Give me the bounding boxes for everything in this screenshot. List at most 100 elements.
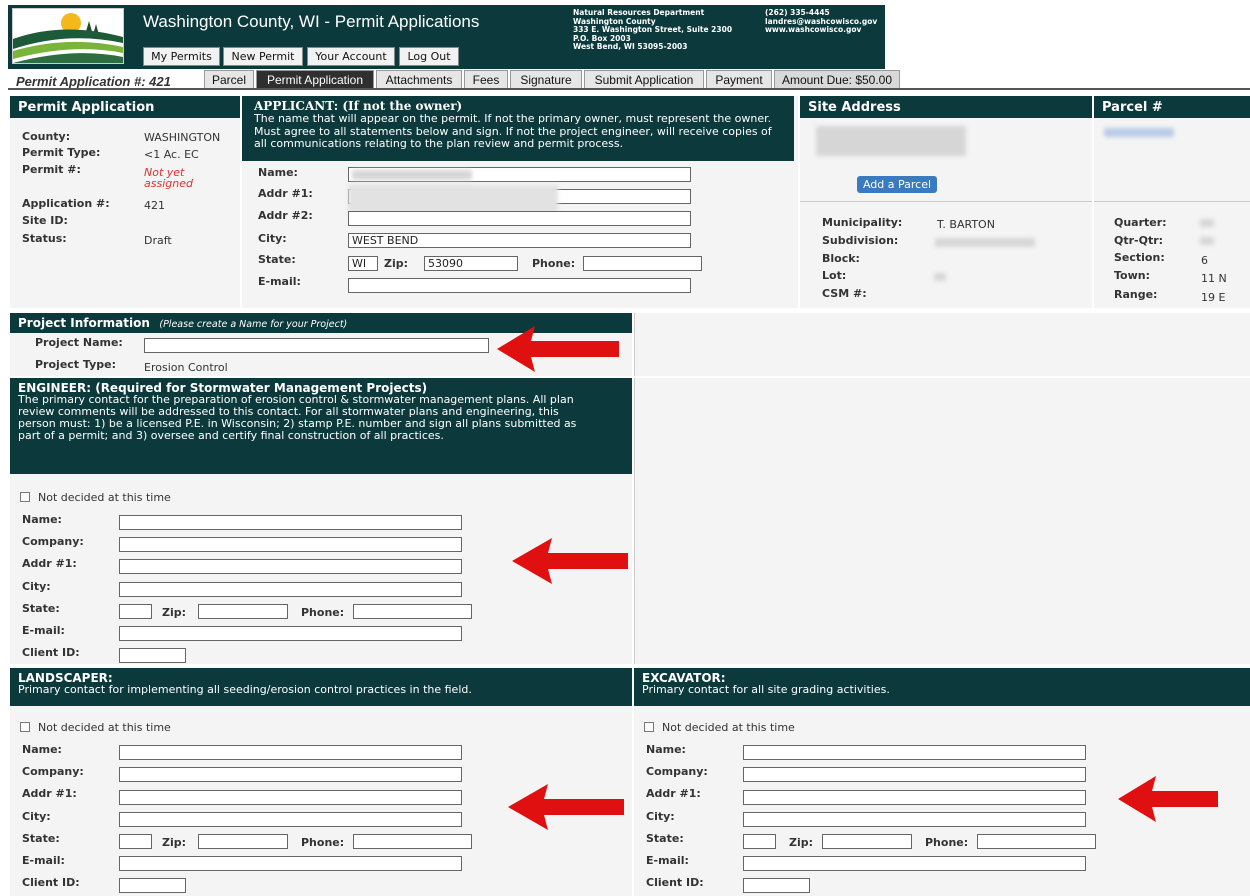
engineer-email-label: E-mail:	[22, 624, 65, 637]
applicant-heading: APPLICANT: (If not the owner)	[254, 99, 463, 113]
section-label: Section:	[1114, 251, 1165, 264]
application-number-value: 421	[144, 199, 165, 212]
landscaper-client-id-input[interactable]	[119, 878, 186, 893]
landscaper-city-input[interactable]	[119, 812, 462, 827]
landscaper-addr1-input[interactable]	[119, 790, 462, 805]
excavator-addr1-input[interactable]	[743, 790, 1086, 805]
tab-permit-application[interactable]: Permit Application	[256, 70, 374, 88]
applicant-email-input[interactable]	[348, 278, 691, 293]
applicant-phone-label: Phone:	[532, 257, 576, 270]
applicant-phone-input[interactable]	[583, 256, 702, 271]
excavator-company-label: Company:	[646, 765, 708, 778]
section-value: 6	[1201, 254, 1208, 267]
dept-line: West Bend, WI 53095-2003	[573, 42, 688, 51]
tab-submit-application[interactable]: Submit Application	[584, 70, 704, 88]
engineer-zip-input[interactable]	[198, 604, 288, 619]
excavator-state-input[interactable]	[743, 834, 776, 849]
engineer-description: The primary contact for the preparation …	[18, 393, 577, 442]
landscaper-name-label: Name:	[22, 743, 62, 756]
dept-contact: (262) 335-4445 landres@washcowisco.gov w…	[765, 8, 877, 35]
red-arrow-icon	[512, 538, 628, 584]
excavator-city-input[interactable]	[743, 812, 1086, 827]
engineer-heading-box: ENGINEER: (Required for Stormwater Manag…	[10, 378, 632, 474]
project-hint: (Please create a Name for your Project)	[159, 319, 348, 330]
excavator-city-label: City:	[646, 810, 675, 823]
logo-icon	[13, 9, 123, 63]
town-label: Town:	[1114, 269, 1150, 282]
nav-your-account[interactable]: Your Account	[307, 47, 395, 66]
block-label: Block:	[822, 252, 860, 265]
excavator-name-input[interactable]	[743, 745, 1086, 760]
applicant-zip-input[interactable]: 53090	[424, 256, 518, 271]
engineer-not-decided-label: Not decided at this time	[38, 491, 171, 504]
excavator-not-decided-label: Not decided at this time	[662, 721, 795, 734]
excavator-company-input[interactable]	[743, 767, 1086, 782]
engineer-name-label: Name:	[22, 513, 62, 526]
excavator-phone-input[interactable]	[977, 834, 1096, 849]
tab-payment[interactable]: Payment	[706, 70, 772, 88]
range-label: Range:	[1114, 288, 1158, 301]
landscaper-client-id-label: Client ID:	[22, 876, 80, 889]
redacted-parcel-link[interactable]	[1104, 128, 1174, 137]
excavator-zip-label: Zip:	[789, 836, 814, 849]
excavator-email-input[interactable]	[743, 856, 1086, 871]
engineer-state-input[interactable]	[119, 604, 152, 619]
subdivision-label: Subdivision:	[822, 234, 899, 247]
excavator-heading-box: EXCAVATOR: Primary contact for all site …	[634, 668, 1250, 706]
add-parcel-button[interactable]: Add a Parcel	[857, 176, 937, 193]
landscaper-name-input[interactable]	[119, 745, 462, 760]
excavator-not-decided-checkbox[interactable]	[644, 722, 654, 732]
csm-label: CSM #:	[822, 287, 867, 300]
engineer-addr1-input[interactable]	[119, 559, 462, 574]
parcel-divider	[1094, 201, 1250, 202]
project-name-label: Project Name:	[35, 336, 123, 349]
landscaper-city-label: City:	[22, 810, 51, 823]
engineer-email-input[interactable]	[119, 626, 462, 641]
tab-fees[interactable]: Fees	[464, 70, 508, 88]
applicant-heading-box: APPLICANT: (If not the owner) The name t…	[242, 96, 794, 161]
engineer-not-decided-checkbox[interactable]	[20, 492, 30, 502]
site-id-label: Site ID:	[22, 214, 68, 227]
tab-parcel[interactable]: Parcel	[204, 70, 254, 88]
county-value: WASHINGTON	[144, 131, 221, 144]
engineer-addr1-label: Addr #1:	[22, 557, 77, 570]
applicant-description: The name that will appear on the permit.…	[254, 112, 772, 150]
applicant-zip-label: Zip:	[384, 257, 409, 270]
landscaper-email-input[interactable]	[119, 856, 462, 871]
tab-attachments[interactable]: Attachments	[376, 70, 462, 88]
engineer-phone-input[interactable]	[353, 604, 472, 619]
applicant-addr1-label: Addr #1:	[258, 187, 313, 200]
excavator-client-id-input[interactable]	[743, 878, 810, 893]
tab-signature[interactable]: Signature	[510, 70, 582, 88]
town-value: 11 N	[1201, 272, 1227, 285]
engineer-client-id-input[interactable]	[119, 648, 186, 663]
excavator-addr1-label: Addr #1:	[646, 787, 701, 800]
landscaper-state-input[interactable]	[119, 834, 152, 849]
engineer-company-input[interactable]	[119, 537, 462, 552]
nav-log-out[interactable]: Log Out	[399, 47, 459, 66]
landscaper-phone-input[interactable]	[353, 834, 472, 849]
application-number: Permit Application #: 421	[16, 74, 171, 89]
project-name-input[interactable]	[144, 338, 489, 353]
red-arrow-icon	[508, 784, 624, 830]
landscaper-not-decided-checkbox[interactable]	[20, 722, 30, 732]
range-value: 19 E	[1201, 291, 1226, 304]
excavator-zip-input[interactable]	[822, 834, 912, 849]
landscaper-zip-label: Zip:	[162, 836, 187, 849]
nav-my-permits[interactable]: My Permits	[143, 47, 220, 66]
lot-label: Lot:	[822, 269, 847, 282]
engineer-name-input[interactable]	[119, 515, 462, 530]
municipality-value: T. BARTON	[937, 218, 995, 231]
applicant-addr2-input[interactable]	[348, 211, 691, 226]
contact-web[interactable]: www.washcowisco.gov	[765, 25, 877, 35]
parcel-heading: Parcel #	[1094, 96, 1250, 118]
landscaper-zip-input[interactable]	[198, 834, 288, 849]
project-heading: Project Information	[18, 316, 150, 330]
engineer-city-input[interactable]	[119, 582, 462, 597]
landscaper-company-input[interactable]	[119, 767, 462, 782]
applicant-city-input[interactable]: WEST BEND	[348, 233, 691, 248]
permit-number-value: Not yet assigned	[144, 166, 193, 190]
nav-new-permit[interactable]: New Permit	[223, 47, 303, 66]
red-arrow-icon	[1118, 776, 1218, 822]
applicant-state-input[interactable]: WI	[348, 256, 378, 271]
